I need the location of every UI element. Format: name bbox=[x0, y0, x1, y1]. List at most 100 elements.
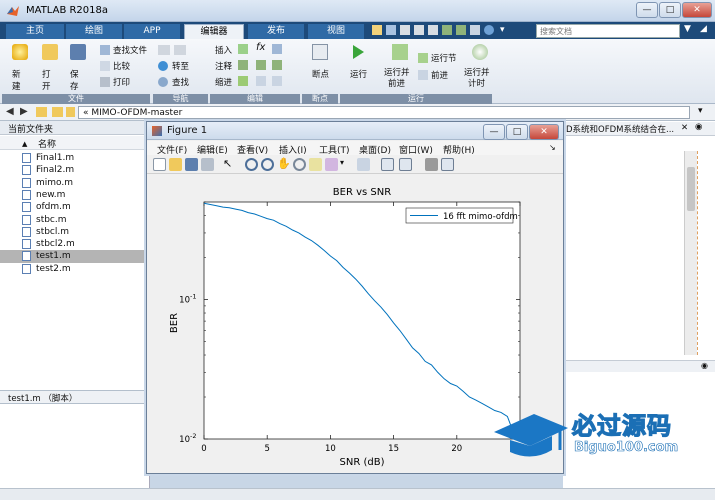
help-icon[interactable] bbox=[484, 25, 494, 35]
figure-minimize-button[interactable]: — bbox=[483, 124, 505, 140]
toolbar-dropdown-icon[interactable]: ▾ bbox=[500, 25, 505, 35]
menu-insert[interactable]: 插入(I) bbox=[279, 143, 307, 156]
rotate-3d-icon[interactable] bbox=[293, 158, 306, 171]
save-button[interactable]: 保存 bbox=[70, 44, 86, 92]
file-item[interactable]: stbcl2.m bbox=[0, 238, 150, 250]
cut-icon[interactable] bbox=[400, 25, 410, 35]
legend[interactable]: 16 fft mimo-ofdm bbox=[405, 207, 518, 224]
file-item[interactable]: ofdm.m bbox=[0, 201, 150, 213]
tab-view[interactable]: 视图 bbox=[308, 24, 364, 39]
run-section-button[interactable]: 运行节 bbox=[418, 52, 462, 64]
save-icon[interactable] bbox=[386, 25, 396, 35]
menu-desktop[interactable]: 桌面(D) bbox=[359, 143, 391, 156]
uncomment-icon[interactable] bbox=[256, 60, 266, 70]
menubar-expand-icon[interactable]: ↘ bbox=[549, 143, 556, 152]
show-plot-tools-icon[interactable] bbox=[441, 158, 454, 171]
menu-file[interactable]: 文件(F) bbox=[157, 143, 187, 156]
redo-icon[interactable] bbox=[456, 25, 466, 35]
back-icon[interactable]: ◀ bbox=[6, 106, 14, 117]
tab-publish[interactable]: 发布 bbox=[248, 24, 304, 39]
print-button[interactable]: 打印 bbox=[100, 76, 148, 88]
function-icon[interactable]: fx bbox=[256, 42, 265, 53]
copy-icon[interactable] bbox=[414, 25, 424, 35]
data-cursor-icon[interactable] bbox=[309, 158, 322, 171]
breakpoints-button[interactable]: 断点 bbox=[312, 44, 338, 80]
run-and-advance-button[interactable]: 运行并 前进 bbox=[384, 44, 420, 89]
back-forward-buttons[interactable] bbox=[158, 44, 198, 56]
name-column-label[interactable]: 名称 bbox=[38, 137, 56, 150]
decrease-indent-icon[interactable] bbox=[272, 76, 282, 86]
run-and-time-button[interactable]: 运行并 计时 bbox=[464, 44, 500, 89]
switch-windows-icon[interactable] bbox=[470, 25, 480, 35]
goto-button[interactable]: 转至 bbox=[158, 60, 200, 72]
editor-actions-icon[interactable]: ◉ bbox=[695, 122, 702, 132]
print-figure-icon[interactable] bbox=[201, 158, 214, 171]
find-button[interactable]: 查找 bbox=[158, 76, 200, 88]
file-item[interactable]: stbcl.m bbox=[0, 226, 150, 238]
filter-icon[interactable]: ▼ bbox=[684, 24, 696, 38]
tab-apps[interactable]: APP bbox=[124, 24, 180, 39]
wrap-comment-icon[interactable] bbox=[272, 60, 282, 70]
comment-icon[interactable] bbox=[238, 60, 248, 70]
file-item[interactable]: Final1.m bbox=[0, 152, 150, 164]
tab-home[interactable]: 主页 bbox=[6, 24, 64, 39]
browse-folder-icon[interactable] bbox=[52, 107, 63, 117]
menu-view[interactable]: 查看(V) bbox=[237, 143, 268, 156]
menu-tools[interactable]: 工具(T) bbox=[319, 143, 350, 156]
open-icon[interactable] bbox=[372, 25, 382, 35]
close-button[interactable]: ✕ bbox=[682, 2, 712, 18]
file-item-selected[interactable]: test1.m bbox=[0, 250, 150, 263]
open-button[interactable]: 打开 bbox=[42, 44, 58, 92]
new-figure-icon[interactable] bbox=[153, 158, 166, 171]
insert-text-icon[interactable] bbox=[272, 44, 282, 54]
insert-section-icon[interactable] bbox=[238, 44, 248, 54]
command-window-actions-icon[interactable]: ◉ bbox=[701, 361, 708, 370]
path-search-icon[interactable]: ▾ bbox=[698, 106, 703, 116]
notification-icon[interactable]: ◢ bbox=[700, 24, 712, 38]
figure-maximize-button[interactable]: □ bbox=[506, 124, 528, 140]
editor-tab-title[interactable]: D系统和OFDM系统结合在... bbox=[566, 123, 674, 135]
open-file-icon[interactable] bbox=[169, 158, 182, 171]
figure-close-button[interactable]: ✕ bbox=[529, 124, 559, 140]
run-button[interactable]: 运行 bbox=[350, 44, 378, 80]
tab-plots[interactable]: 绘图 bbox=[66, 24, 122, 39]
file-item[interactable]: Final2.m bbox=[0, 164, 150, 176]
current-path-field[interactable]: « MIMO-OFDM-master bbox=[78, 106, 690, 119]
edit-plot-icon[interactable]: ↖ bbox=[223, 157, 232, 170]
legend-icon[interactable] bbox=[399, 158, 412, 171]
file-item[interactable]: mimo.m bbox=[0, 177, 150, 189]
menu-edit[interactable]: 编辑(E) bbox=[197, 143, 228, 156]
zoom-out-icon[interactable] bbox=[261, 158, 274, 171]
colorbar-icon[interactable] bbox=[381, 158, 394, 171]
zoom-in-icon[interactable] bbox=[245, 158, 258, 171]
close-tab-icon[interactable]: ✕ bbox=[681, 123, 688, 133]
menu-help[interactable]: 帮助(H) bbox=[443, 143, 475, 156]
file-item[interactable]: test2.m bbox=[0, 263, 150, 275]
minimize-button[interactable]: — bbox=[636, 2, 658, 18]
compare-button[interactable]: 比较 bbox=[100, 60, 148, 72]
file-item[interactable]: stbc.m bbox=[0, 214, 150, 226]
file-item[interactable]: new.m bbox=[0, 189, 150, 201]
paste-icon[interactable] bbox=[428, 25, 438, 35]
pan-hand-icon[interactable]: ✋ bbox=[277, 157, 291, 170]
editor-scrollbar[interactable] bbox=[684, 151, 697, 355]
up-folder-icon[interactable] bbox=[36, 107, 47, 117]
search-documentation-input[interactable]: 搜索文档 bbox=[536, 24, 680, 38]
tab-editor[interactable]: 编辑器 bbox=[184, 24, 244, 39]
brush-icon[interactable] bbox=[325, 158, 338, 171]
find-files-button[interactable]: 查找文件 bbox=[100, 44, 148, 56]
maximize-button[interactable]: □ bbox=[659, 2, 681, 18]
brush-dropdown-icon[interactable]: ▾ bbox=[340, 158, 344, 167]
menu-window[interactable]: 窗口(W) bbox=[399, 143, 433, 156]
link-plot-icon[interactable] bbox=[357, 158, 370, 171]
undo-icon[interactable] bbox=[442, 25, 452, 35]
increase-indent-icon[interactable] bbox=[256, 76, 266, 86]
save-figure-icon[interactable] bbox=[185, 158, 198, 171]
hide-plot-tools-icon[interactable] bbox=[425, 158, 438, 171]
advance-button[interactable]: 前进 bbox=[418, 69, 462, 81]
find-icon bbox=[158, 77, 168, 87]
scrollbar-thumb[interactable] bbox=[687, 167, 695, 211]
new-button[interactable]: 新建 bbox=[12, 44, 28, 92]
smart-indent-icon[interactable] bbox=[238, 76, 248, 86]
forward-icon[interactable]: ▶ bbox=[20, 106, 28, 117]
